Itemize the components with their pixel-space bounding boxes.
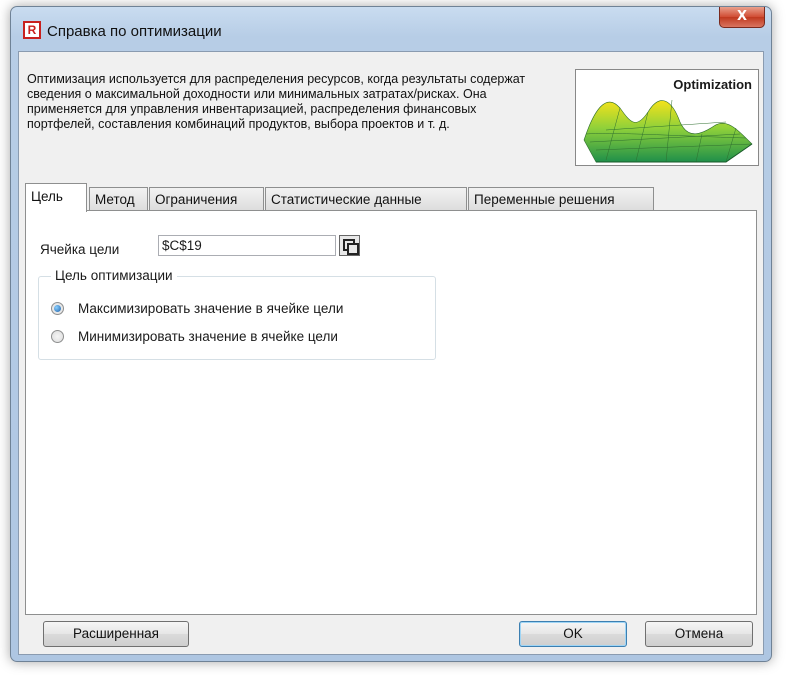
cancel-button[interactable]: Отмена [645,621,753,647]
cell-reference-icon[interactable] [339,235,360,256]
window-title: Справка по оптимизации [47,23,222,40]
tab-panel-goal: Ячейка цели $C$19 Цель оптимизации Макси… [25,210,757,615]
goal-cell-input[interactable]: $C$19 [158,235,336,256]
tab-statistics[interactable]: Статистические данные [265,187,467,211]
dialog-body: Оптимизация используется для распределен… [18,51,764,655]
advanced-button[interactable]: Расширенная [43,621,189,647]
radio-minimize-label: Минимизировать значение в ячейке цели [78,329,338,344]
group-title: Цель оптимизации [51,268,177,283]
radio-button-checked[interactable] [51,302,64,315]
tab-goal[interactable]: Цель [25,183,87,212]
title-bar[interactable]: R Справка по оптимизации X [11,7,771,47]
illustration-label: Optimization [673,77,752,92]
app-r-icon: R [23,21,41,39]
radio-button-unchecked[interactable] [51,330,64,343]
intro-text: Оптимизация используется для распределен… [27,72,526,131]
dialog-window: R Справка по оптимизации X Оптимизация и… [10,6,772,662]
radio-maximize-label: Максимизировать значение в ячейке цели [78,301,344,316]
goal-cell-label: Ячейка цели [40,242,120,257]
tab-method[interactable]: Метод [89,187,148,211]
optimization-goal-group: Цель оптимизации Максимизировать значени… [38,268,436,360]
close-button[interactable]: X [719,7,765,28]
tab-decision-variables[interactable]: Переменные решения [468,187,654,211]
ok-button[interactable]: OK [519,621,627,647]
optimization-illustration: Optimization [575,69,759,166]
tab-constraints[interactable]: Ограничения [149,187,264,211]
